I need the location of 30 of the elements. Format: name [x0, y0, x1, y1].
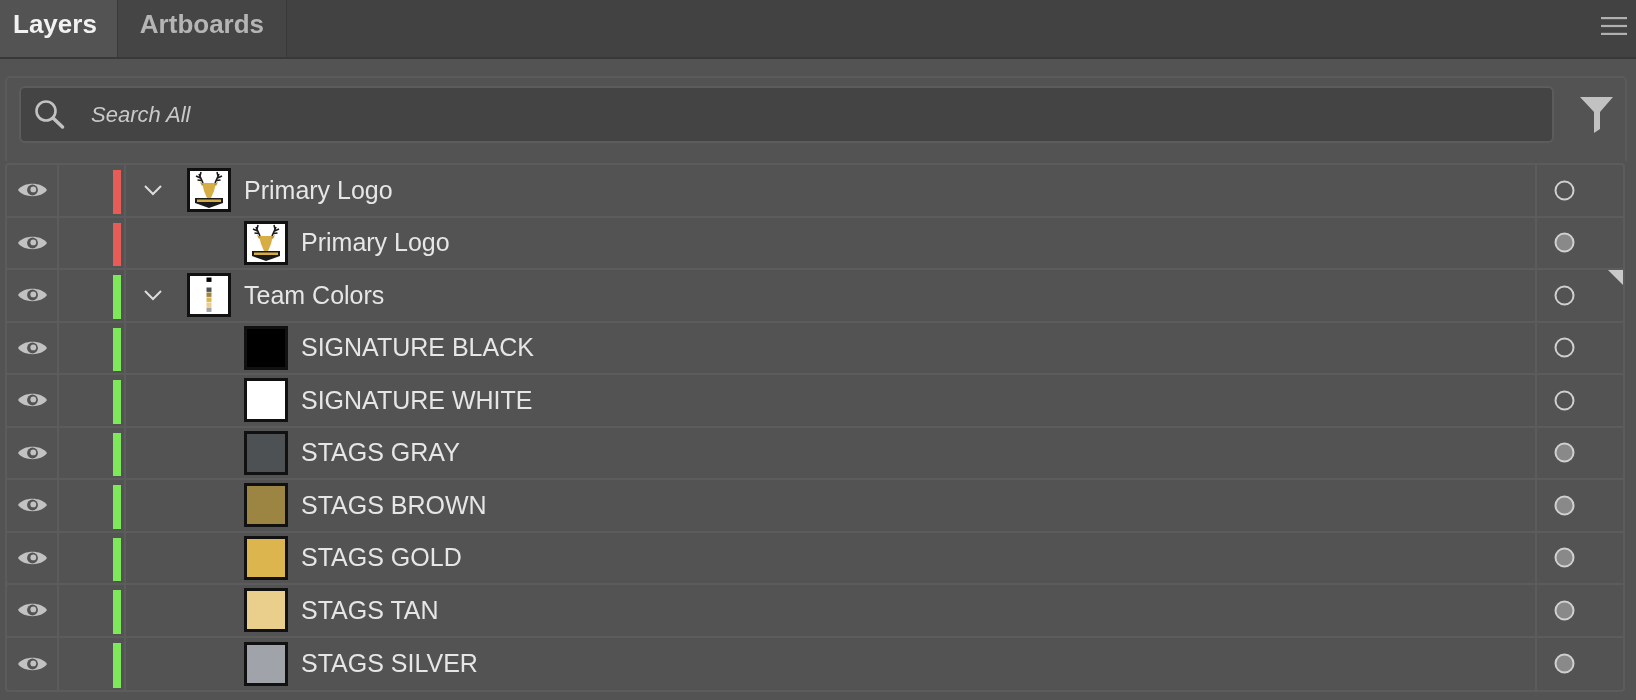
deer-logo-icon: [187, 168, 231, 213]
target-circle-icon[interactable]: [1554, 442, 1575, 464]
deer-logo-icon: [244, 220, 288, 265]
layer-name[interactable]: STAGS BROWN: [301, 490, 487, 520]
menu-icon[interactable]: [1601, 17, 1627, 35]
search-icon: [34, 99, 65, 129]
layer-name[interactable]: SIGNATURE WHITE: [301, 385, 533, 415]
color-strip-icon: [187, 273, 231, 318]
chevron-icon[interactable]: [143, 289, 163, 302]
target-circle-icon[interactable]: [1554, 284, 1575, 306]
layer-name[interactable]: Team Colors: [244, 280, 385, 310]
target-circle-icon[interactable]: [1554, 494, 1575, 516]
layer-name[interactable]: STAGS TAN: [301, 595, 439, 625]
layer-name[interactable]: Primary Logo: [244, 175, 393, 205]
layer-name[interactable]: Primary Logo: [301, 228, 450, 258]
target-circle-icon[interactable]: [1554, 653, 1575, 675]
search-field[interactable]: Search All: [19, 86, 1554, 143]
layer-name[interactable]: STAGS GRAY: [301, 438, 460, 468]
chevron-icon[interactable]: [143, 184, 163, 197]
target-circle-icon[interactable]: [1554, 547, 1575, 569]
target-circle-icon[interactable]: [1554, 389, 1575, 411]
target-circle-icon[interactable]: [1554, 337, 1575, 359]
target-circle-icon[interactable]: [1554, 179, 1575, 201]
layer-name[interactable]: SIGNATURE BLACK: [301, 333, 534, 363]
target-circle-icon[interactable]: [1554, 232, 1575, 254]
target-circle-icon[interactable]: [1554, 599, 1575, 621]
filter-icon[interactable]: [1580, 96, 1613, 133]
layer-name[interactable]: STAGS GOLD: [301, 543, 462, 573]
panel-tab[interactable]: Layers: [0, 0, 118, 57]
layer-name[interactable]: STAGS SILVER: [301, 649, 478, 679]
